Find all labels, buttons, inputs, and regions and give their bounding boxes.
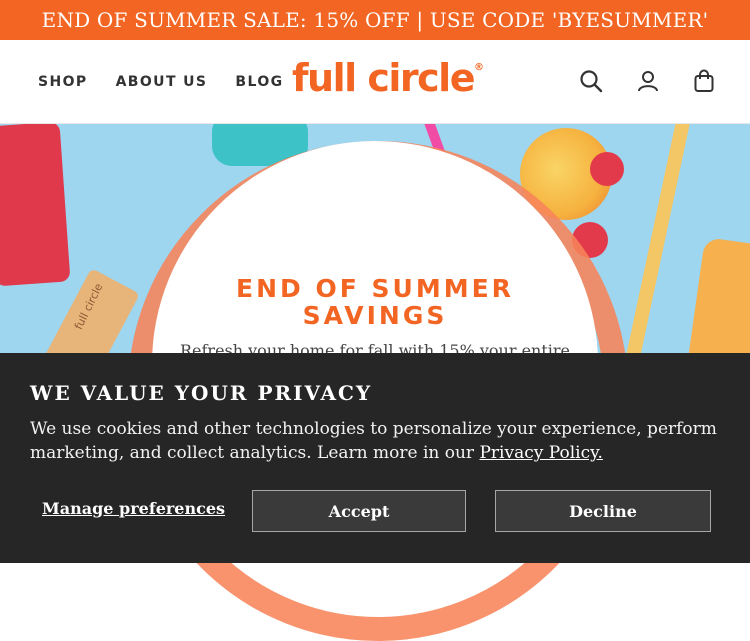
promo-bar: END OF SUMMER SALE: 15% OFF | USE CODE '… [0,0,750,40]
raspberry-image [590,152,624,186]
cookie-banner-text: We use cookies and other technologies to… [30,419,717,463]
cookie-consent-banner: WE VALUE YOUR PRIVACY We use cookies and… [0,353,750,563]
cookie-banner-body: We use cookies and other technologies to… [30,417,720,465]
brand-logo[interactable]: full circle® [292,56,484,100]
logo-registered-mark: ® [473,62,484,73]
site-header: SHOP ABOUT US BLOG full circle® [0,40,750,124]
red-popsicle-image [0,124,71,287]
nav-about-us[interactable]: ABOUT US [116,74,208,90]
orange-popsicle-image [685,237,750,353]
yellow-straw-image [621,124,693,353]
main-nav: SHOP ABOUT US BLOG [38,40,284,124]
manage-preferences-link[interactable]: Manage preferences [42,499,225,518]
account-icon[interactable] [635,68,661,94]
search-icon[interactable] [578,68,604,94]
nav-shop[interactable]: SHOP [38,74,88,90]
accept-button[interactable]: Accept [252,490,466,532]
nav-blog[interactable]: BLOG [235,74,283,90]
promo-text: END OF SUMMER SALE: 15% OFF | USE CODE '… [41,8,709,32]
decline-button[interactable]: Decline [495,490,711,532]
cart-bag-icon[interactable] [691,68,717,94]
hero-title-line-1: END OF SUMMER [236,274,514,303]
logo-text: full circle [292,56,475,100]
hero-title-line-2: SAVINGS [302,301,448,330]
privacy-policy-link[interactable]: Privacy Policy. [479,443,602,463]
cookie-banner-title: WE VALUE YOUR PRIVACY [30,381,373,405]
hero-title: END OF SUMMER SAVINGS [170,275,580,329]
